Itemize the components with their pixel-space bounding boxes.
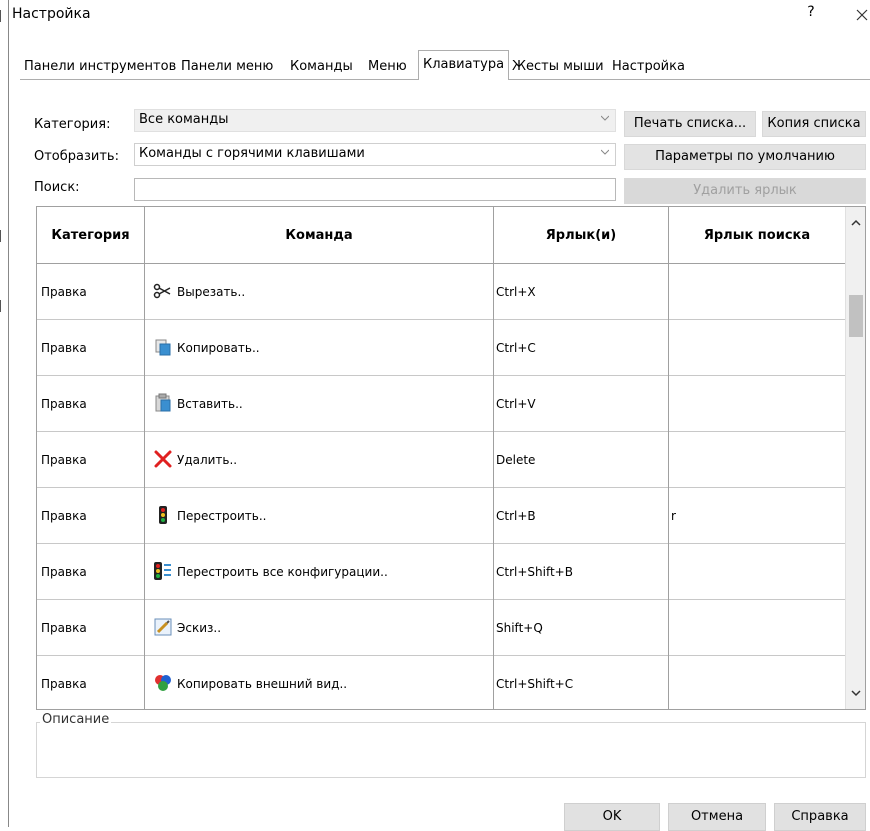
window-edge-mark (0, 300, 3, 312)
print-list-button[interactable]: Печать списка... (624, 111, 756, 137)
display-value: Команды с горячими клавишами (139, 146, 365, 161)
cell-shortcut: Delete (494, 432, 669, 488)
cell-shortcut: Ctrl+Shift+C (494, 656, 669, 709)
cell-search-shortcut (669, 600, 845, 656)
close-icon (856, 9, 868, 21)
cell-shortcut: Ctrl+C (494, 320, 669, 376)
tab-menus[interactable]: Меню (364, 54, 411, 80)
command-label: Копировать.. (177, 341, 260, 355)
cell-category: Правка (37, 488, 145, 544)
cell-category: Правка (37, 320, 145, 376)
shortcuts-table: Категория Команда Ярлык(и) Ярлык поиска … (36, 206, 866, 710)
cell-search-shortcut: r (671, 509, 676, 523)
cell-search-shortcut (669, 544, 845, 600)
command-label: Перестроить все конфигурации.. (177, 565, 388, 579)
traffic-light-icon (159, 505, 167, 524)
dialog-title: Настройка (12, 6, 91, 22)
cell-shortcut: Ctrl+X (494, 264, 669, 320)
copy-list-button[interactable]: Копия списка (762, 111, 866, 137)
window-edge-mark (0, 230, 3, 242)
tab-mouse-gestures[interactable]: Жесты мыши (508, 54, 608, 80)
command-label: Копировать внешний вид.. (177, 677, 348, 691)
command-label: Вставить.. (177, 397, 243, 411)
cell-command: Перестроить все конфигурации.. (145, 544, 494, 600)
copy-icon (155, 339, 171, 355)
column-header-category[interactable]: Категория (37, 207, 145, 264)
table-row[interactable]: Правка Перестроить все конфигурации.. Ct… (37, 544, 845, 600)
search-input[interactable] (134, 178, 616, 201)
column-header-shortcuts[interactable]: Ярлык(и) (494, 207, 669, 264)
cell-category: Правка (37, 432, 145, 488)
appearance-icon (155, 674, 171, 691)
table-row[interactable]: Правка Вставить.. Ctrl+V (37, 376, 845, 432)
description-label: Описание (40, 712, 112, 727)
cell-shortcut: Ctrl+V (494, 376, 669, 432)
tab-keyboard[interactable]: Клавиатура (418, 50, 510, 80)
command-label: Эскиз.. (177, 621, 222, 635)
table-row[interactable]: Правка Копировать.. Ctrl+C (37, 320, 845, 376)
description-box (36, 722, 866, 778)
scissors-icon (153, 283, 171, 298)
cell-category: Правка (37, 600, 145, 656)
cell-category: Правка (37, 376, 145, 432)
cell-command: Вставить.. (145, 376, 494, 432)
chevron-down-icon (601, 149, 609, 155)
cell-search-shortcut (669, 264, 845, 320)
tab-toolbars[interactable]: Панели инструментов (20, 54, 180, 80)
table-row[interactable]: Правка Удалить.. Delete (37, 432, 845, 488)
cell-search-shortcut (669, 432, 845, 488)
column-header-command[interactable]: Команда (145, 207, 494, 264)
table-row[interactable]: Правка Копировать внешний вид.. Ctrl+Shi… (37, 656, 845, 709)
search-label: Поиск: (34, 180, 80, 195)
vertical-scrollbar[interactable] (845, 207, 865, 709)
command-label: Удалить.. (177, 453, 238, 467)
cell-command: Перестроить.. (145, 488, 494, 544)
category-select[interactable]: Все команды (134, 109, 616, 132)
tab-settings[interactable]: Настройка (608, 54, 689, 80)
command-label: Перестроить.. (177, 509, 267, 523)
table-row[interactable]: Правка Перестроить.. Ctrl+B r (37, 488, 845, 544)
cell-search-shortcut (669, 656, 845, 709)
close-button[interactable] (852, 4, 870, 26)
column-header-search-shortcut[interactable]: Ярлык поиска (669, 207, 845, 264)
cell-shortcut: Ctrl+Shift+B (494, 544, 669, 600)
defaults-button[interactable]: Параметры по умолчанию (624, 144, 866, 170)
cell-command: Удалить.. (145, 432, 494, 488)
window-edge-mark (0, 10, 3, 22)
table-row[interactable]: Правка Эскиз.. Shift+Q (37, 600, 845, 656)
cell-shortcut: Ctrl+B (494, 488, 669, 544)
chevron-down-icon (601, 115, 609, 121)
display-label: Отобразить: (34, 149, 119, 164)
cell-shortcut: Shift+Q (494, 600, 669, 656)
paste-icon (155, 393, 171, 411)
cell-command: Эскиз.. (145, 600, 494, 656)
command-label: Вырезать.. (177, 285, 246, 299)
table-row[interactable]: Правка Вырезать.. Ctrl+X (37, 264, 845, 320)
cell-category: Правка (37, 544, 145, 600)
remove-shortcut-button: Удалить ярлык (624, 178, 866, 204)
cell-command: Копировать внешний вид.. (145, 656, 494, 709)
rebuild-all-icon (154, 561, 171, 580)
cell-search-shortcut (669, 376, 845, 432)
category-value: Все команды (139, 112, 229, 127)
sketch-icon (154, 618, 172, 635)
cell-search-shortcut (669, 320, 845, 376)
scrollbar-thumb[interactable] (849, 295, 863, 337)
cell-command: Вырезать.. (145, 264, 494, 320)
chevron-down-icon[interactable] (850, 687, 862, 699)
tab-commands[interactable]: Команды (286, 54, 357, 80)
tab-menu-bars[interactable]: Панели меню (177, 54, 277, 80)
cell-command: Копировать.. (145, 320, 494, 376)
category-label: Категория: (34, 117, 111, 132)
chevron-up-icon[interactable] (850, 217, 862, 229)
cell-category: Правка (37, 264, 145, 320)
help-button[interactable]: ? (801, 4, 821, 26)
display-select[interactable]: Команды с горячими клавишами (134, 143, 616, 166)
delete-icon (154, 450, 172, 467)
cell-category: Правка (37, 656, 145, 709)
title-bar: Настройка ? (8, 0, 870, 30)
